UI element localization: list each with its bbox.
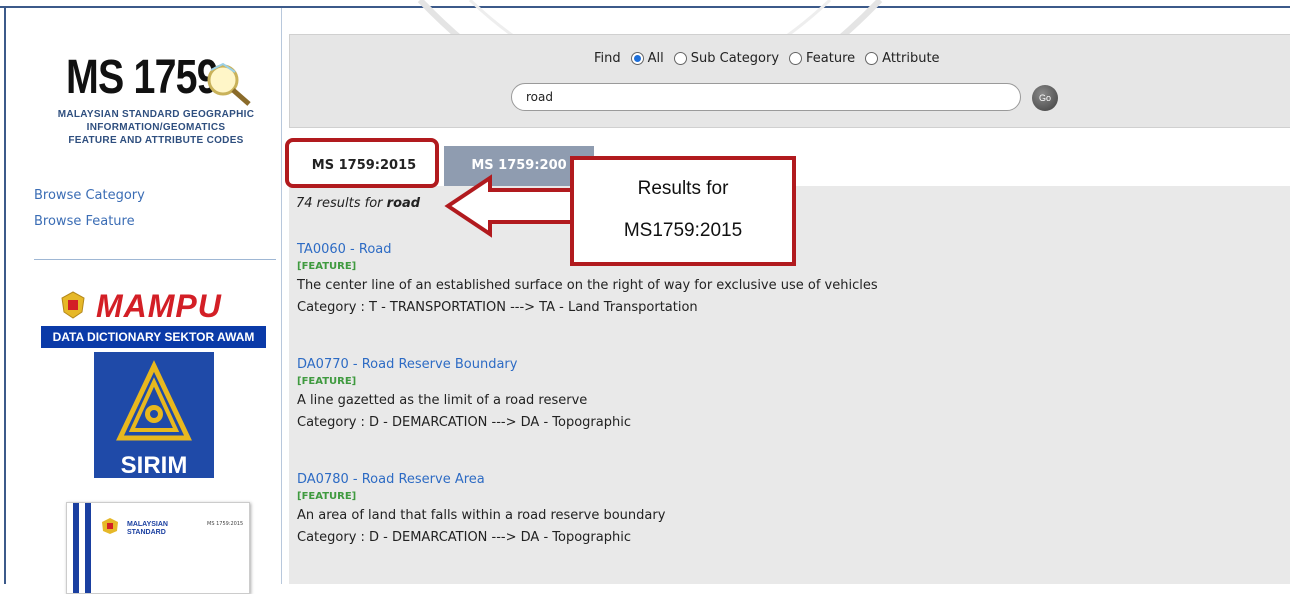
result-description: An area of land that falls within a road…	[297, 508, 666, 523]
logo-sub-line-3: FEATURE AND ATTRIBUTE CODES	[68, 135, 244, 146]
result-item: DA0770 - Road Reserve Boundary [FEATURE]…	[297, 356, 631, 434]
result-type-badge: [FEATURE]	[297, 491, 357, 502]
main-border	[281, 8, 282, 584]
radio-sub-category[interactable]	[673, 52, 687, 65]
results-count: 74 results for road	[296, 196, 420, 211]
radio-all[interactable]	[630, 52, 644, 65]
search-panel: Find All Sub Category Feature Attribute …	[289, 34, 1290, 128]
radio-attribute[interactable]	[865, 52, 879, 65]
result-category: Category : D - DEMARCATION ---> DA - Top…	[297, 530, 631, 545]
result-item: DA0780 - Road Reserve Area [FEATURE] An …	[297, 471, 665, 549]
find-options: Find All Sub Category Feature Attribute	[594, 51, 940, 66]
logo-sub-line-1: MALAYSIAN STANDARD GEOGRAPHIC	[57, 109, 255, 120]
find-label: Find	[594, 51, 621, 66]
mampu-logo: MAMPU	[56, 288, 256, 324]
callout-line-2: MS1759:2015	[623, 220, 743, 241]
go-button[interactable]: Go	[1032, 85, 1058, 111]
crest-icon	[61, 291, 85, 319]
active-tab-highlight	[285, 138, 439, 188]
result-description: A line gazetted as the limit of a road r…	[297, 393, 588, 408]
sirim-emblem-icon	[116, 360, 192, 441]
radio-feature[interactable]	[789, 52, 803, 65]
result-category: Category : D - DEMARCATION ---> DA - Top…	[297, 415, 631, 430]
result-title-link[interactable]: DA0780 - Road Reserve Area	[297, 471, 665, 489]
sidebar: MS 1759 MALAYSIAN STANDARD GEOGRAPHIC IN…	[6, 8, 276, 594]
logo-subtitle: MALAYSIAN STANDARD GEOGRAPHIC INFORMATIO…	[36, 108, 276, 147]
data-dictionary-banner: DATA DICTIONARY SEKTOR AWAM	[41, 326, 266, 348]
results-callout: Results for MS1759:2015	[570, 156, 796, 266]
radio-all-label: All	[647, 51, 664, 66]
mampu-wordmark: MAMPU	[96, 288, 222, 324]
cover-title: MALAYSIAN STANDARD	[127, 521, 168, 537]
result-category: Category : T - TRANSPORTATION ---> TA - …	[297, 300, 698, 315]
browse-category-link[interactable]: Browse Category	[34, 188, 145, 203]
ms-standard-cover: MALAYSIAN STANDARD MS 1759:2015	[66, 502, 250, 594]
cover-title-line-2: STANDARD	[127, 529, 166, 536]
cover-stripe	[73, 503, 79, 593]
results-term: road	[386, 196, 421, 211]
ms1759-logo: MS 1759 MALAYSIAN STANDARD GEOGRAPHIC IN…	[36, 50, 276, 170]
cover-code: MS 1759:2015	[207, 521, 244, 527]
radio-feature-label: Feature	[806, 51, 856, 66]
crest-icon	[102, 518, 118, 534]
search-input[interactable]	[511, 83, 1021, 111]
sirim-wordmark: SIRIM	[120, 452, 188, 479]
callout-line-1: Results for	[637, 178, 729, 199]
radio-sub-category-label: Sub Category	[690, 51, 780, 66]
logo-sub-line-2: INFORMATION/GEOMATICS	[86, 122, 226, 133]
cover-title-line-1: MALAYSIAN	[127, 521, 168, 528]
results-count-prefix: 74 results for	[296, 196, 383, 211]
magnifier-icon	[207, 62, 251, 106]
radio-attribute-label: Attribute	[882, 51, 940, 66]
cover-stripe	[85, 503, 91, 593]
result-type-badge: [FEATURE]	[297, 376, 357, 387]
sirim-logo: SIRIM	[94, 352, 214, 479]
result-title-link[interactable]: DA0770 - Road Reserve Boundary	[297, 356, 631, 374]
sidebar-divider	[34, 259, 276, 260]
result-description: The center line of an established surfac…	[297, 278, 878, 293]
logo-title: MS 1759	[66, 51, 219, 104]
browse-feature-link[interactable]: Browse Feature	[34, 214, 135, 229]
